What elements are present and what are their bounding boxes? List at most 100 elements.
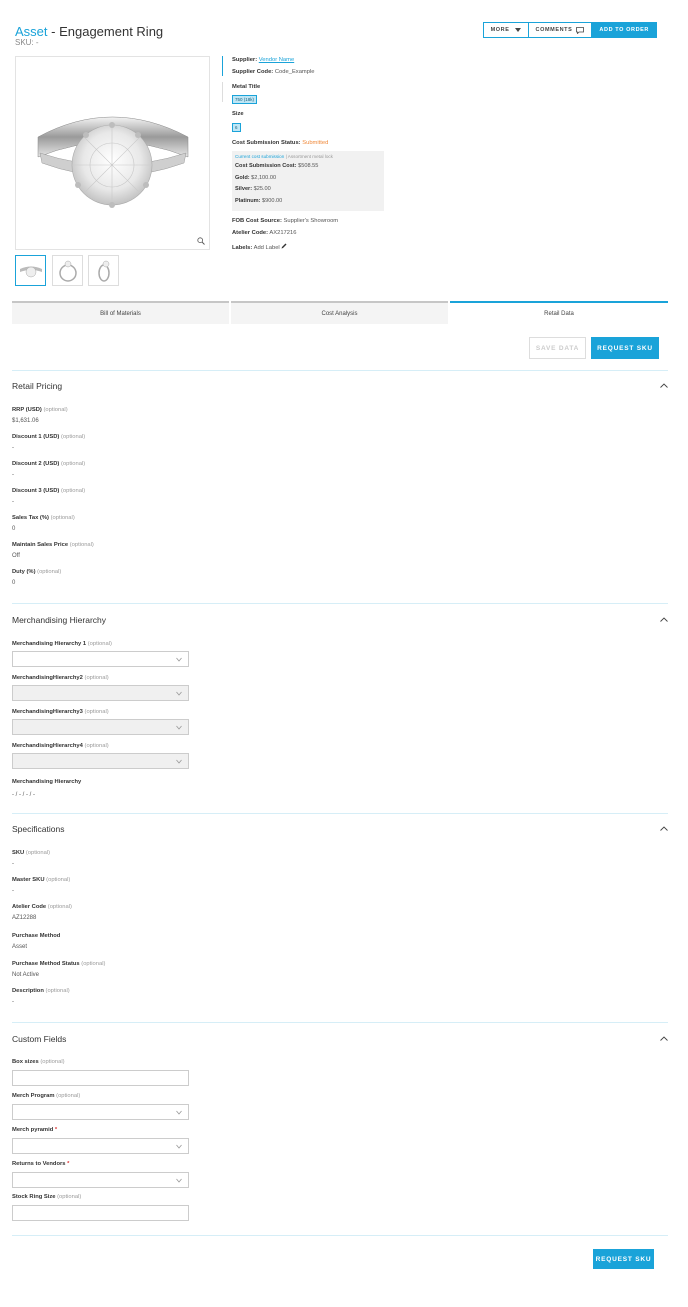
section-divider <box>12 603 668 604</box>
supplier-row: Supplier: Vendor Name <box>232 57 294 63</box>
field-value: AZ12288 <box>12 915 37 921</box>
merch-hierarchy-4-select[interactable] <box>12 753 189 769</box>
field-value: - <box>12 861 14 867</box>
section-divider <box>12 813 668 814</box>
field-label: Description (optional) <box>12 988 70 994</box>
info-accent-line <box>222 56 223 76</box>
title-separator: - <box>47 24 60 39</box>
save-data-button[interactable]: SAVE DATA <box>529 337 586 359</box>
field-label: Discount 2 (USD) (optional) <box>12 461 86 467</box>
cost-submission-box: Current cost submission | Assortment met… <box>232 151 384 211</box>
field-value: Not Active <box>12 972 40 978</box>
metal-chip-row: 750 (18k) <box>232 95 258 104</box>
specifications-title: Specifications <box>12 824 65 834</box>
field-label: Sales Tax (%) (optional) <box>12 515 75 521</box>
chevron-up-icon[interactable] <box>660 617 668 622</box>
supplier-link[interactable]: Vendor Name <box>259 57 294 63</box>
request-sku-button[interactable]: REQUEST SKU <box>591 337 659 359</box>
atelier-label: Atelier Code: <box>232 230 269 236</box>
merch-hierarchy-1-select[interactable] <box>12 651 189 667</box>
field-label: Merch Program (optional) <box>12 1093 81 1099</box>
comment-icon <box>576 26 585 34</box>
fob-value: Supplier's Showroom <box>283 218 339 224</box>
cost-row: Cost Submission Cost: $508.55 <box>235 163 319 169</box>
returns-to-vendors-select[interactable] <box>12 1172 189 1188</box>
merch-hierarchy-3-select[interactable] <box>12 719 189 735</box>
field-value: - <box>12 999 14 1005</box>
merch-summary-label: Merchandising Hierarchy <box>12 779 82 785</box>
field-label: Purchase Method Status (optional) <box>12 961 106 967</box>
chevron-down-icon <box>176 725 182 730</box>
cost-box-note: Assortment metal lock <box>287 154 333 159</box>
section-divider <box>12 1235 668 1236</box>
field-value: $1,631.06 <box>12 418 39 424</box>
field-label: Stock Ring Size (optional) <box>12 1194 82 1200</box>
chevron-up-icon[interactable] <box>660 383 668 388</box>
field-label: RRP (USD) (optional) <box>12 407 68 413</box>
thumbnail-3[interactable] <box>88 255 119 286</box>
field-label: MerchandisingHierarchy3 (optional) <box>12 709 109 715</box>
info-divider-line <box>222 82 223 102</box>
field-label: Maintain Sales Price (optional) <box>12 542 94 548</box>
add-label-link[interactable]: Add Label <box>254 245 280 251</box>
chevron-down-icon <box>176 657 182 662</box>
merch-hierarchy-2-select[interactable] <box>12 685 189 701</box>
tab-retail-data[interactable]: Retail Data <box>450 301 668 324</box>
field-label: Discount 3 (USD) (optional) <box>12 488 86 494</box>
asset-link[interactable]: Asset <box>15 24 48 39</box>
metal-chip[interactable]: 750 (18k) <box>232 95 258 104</box>
cost-status-row: Cost Submission Status: Submitted <box>232 140 328 146</box>
comments-button[interactable]: COMMENTS <box>528 22 593 38</box>
field-label: MerchandisingHierarchy2 (optional) <box>12 675 109 681</box>
atelier-row: Atelier Code: AX217216 <box>232 230 296 236</box>
tab-bill-of-materials[interactable]: Bill of Materials <box>12 301 229 324</box>
page-title: Asset - Engagement Ring <box>15 24 163 39</box>
ring-thumbnail-icon <box>58 260 77 282</box>
product-image[interactable] <box>15 56 210 250</box>
field-value: - <box>12 472 14 478</box>
labels-label: Labels: <box>232 245 253 251</box>
field-label: Merch pyramid * <box>12 1127 58 1133</box>
zoom-icon[interactable] <box>197 237 205 245</box>
merch-pyramid-select[interactable] <box>12 1138 189 1154</box>
tab-cost-analysis[interactable]: Cost Analysis <box>231 301 448 324</box>
cost-row: Gold: $2,100.00 <box>235 174 277 181</box>
field-label: MerchandisingHierarchy4 (optional) <box>12 743 109 749</box>
field-label: Master SKU (optional) <box>12 877 71 883</box>
metal-title-label: Metal Title <box>232 84 261 90</box>
add-to-order-button[interactable]: ADD TO ORDER <box>592 22 657 38</box>
field-value: 0 <box>12 580 16 586</box>
cost-status-value: Submitted <box>302 140 329 146</box>
product-title: Engagement Ring <box>59 24 164 39</box>
thumbnail-2[interactable] <box>52 255 83 286</box>
supplier-code-value: Code_Example <box>274 69 315 75</box>
current-cost-link[interactable]: Current cost submission <box>235 154 284 159</box>
cost-box-header: Current cost submission | Assortment met… <box>235 154 381 159</box>
sku-line: SKU: - <box>15 38 39 47</box>
pencil-icon[interactable] <box>281 243 287 249</box>
merch-summary-value: - / - / - / - <box>12 792 35 798</box>
stock-ring-size-input[interactable] <box>12 1205 189 1221</box>
chevron-down-icon <box>176 1110 182 1115</box>
labels-row: Labels: Add Label <box>232 243 287 251</box>
cost-status-label: Cost Submission Status: <box>232 140 301 146</box>
cost-row: Platinum: $900.00 <box>235 197 283 204</box>
chevron-up-icon[interactable] <box>660 1036 668 1041</box>
size-chip[interactable]: 6 <box>232 123 241 132</box>
box-sizes-input[interactable] <box>12 1070 189 1086</box>
chevron-down-icon <box>176 1178 182 1183</box>
request-sku-button-bottom[interactable]: REQUEST SKU <box>593 1249 654 1269</box>
chevron-up-icon[interactable] <box>660 826 668 831</box>
field-label: Purchase Method <box>12 933 61 939</box>
merch-hierarchy-title: Merchandising Hierarchy <box>12 615 107 625</box>
thumbnail-1[interactable] <box>15 255 46 286</box>
more-button[interactable]: MORE <box>482 22 529 38</box>
caret-down-icon <box>514 27 521 32</box>
field-label: Returns to Vendors * <box>12 1161 70 1167</box>
supplier-label: Supplier: <box>232 57 258 63</box>
field-value: - <box>12 499 14 505</box>
field-label: Merchandising Hierarchy 1 (optional) <box>12 641 112 647</box>
merch-program-select[interactable] <box>12 1104 189 1120</box>
supplier-code-row: Supplier Code: Code_Example <box>232 69 315 75</box>
field-label: Atelier Code (optional) <box>12 904 72 910</box>
